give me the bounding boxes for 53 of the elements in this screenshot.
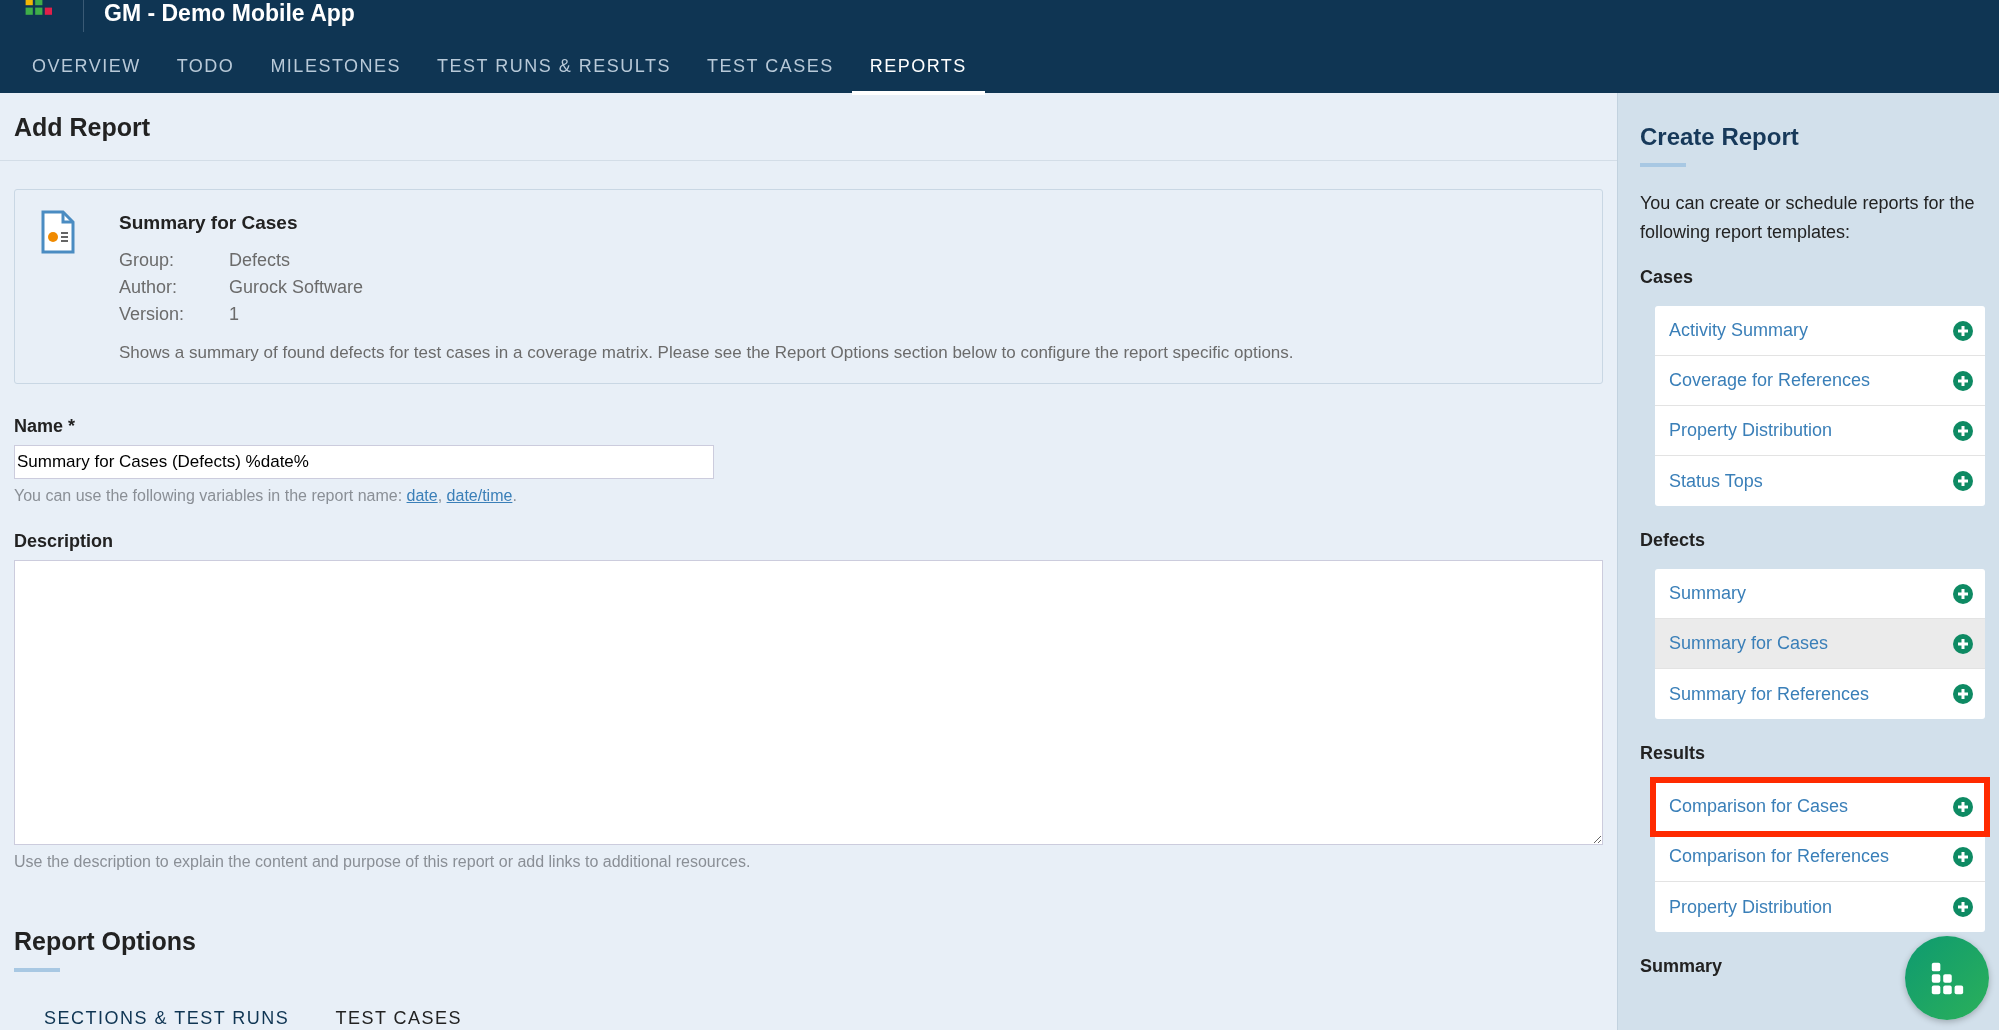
group-heading: Results bbox=[1640, 743, 1707, 764]
name-hint: You can use the following variables in the report name: date, date/time. bbox=[14, 487, 517, 505]
add-icon[interactable] bbox=[1953, 583, 1973, 604]
sidebar-title: Create Report bbox=[1640, 123, 1800, 151]
sidebar-intro: You can create or schedule reports for the following report templates: bbox=[1640, 192, 1976, 244]
add-icon[interactable] bbox=[1953, 796, 1973, 817]
variable-link[interactable]: date/time bbox=[446, 487, 513, 504]
report-document-icon bbox=[41, 210, 75, 254]
add-icon[interactable] bbox=[1953, 633, 1973, 654]
add-icon[interactable] bbox=[1953, 684, 1973, 704]
group-heading: Defects bbox=[1640, 530, 1707, 551]
options-tab[interactable]: TEST CASES bbox=[335, 1008, 463, 1029]
template-item[interactable]: Property Distribution bbox=[1655, 406, 1985, 456]
group-heading: Summary bbox=[1640, 956, 1724, 977]
name-label: Name * bbox=[14, 416, 76, 437]
description-hint: Use the description to explain the content and purpose of this report or add links to additional resources. bbox=[14, 853, 751, 871]
description-label: Description bbox=[14, 531, 114, 552]
template-item[interactable]: Summary for References bbox=[1655, 669, 1985, 719]
name-input[interactable]: Summary for Cases (Defects) %date% bbox=[14, 445, 714, 479]
template-title: Summary for Cases bbox=[119, 212, 299, 234]
nav-tab[interactable]: TEST RUNS & RESULTS bbox=[419, 32, 689, 95]
nav-tab[interactable]: REPORTS bbox=[851, 32, 985, 95]
nav-tab[interactable]: OVERVIEW bbox=[14, 32, 159, 95]
nav-tab[interactable]: TODO bbox=[158, 32, 253, 95]
add-icon[interactable] bbox=[1953, 370, 1973, 391]
template-item[interactable]: Property Distribution bbox=[1655, 882, 1985, 932]
options-tab[interactable]: SECTIONS & TEST RUNS bbox=[44, 1008, 290, 1029]
description-input[interactable] bbox=[14, 560, 1603, 845]
add-icon[interactable] bbox=[1953, 897, 1973, 917]
template-item[interactable]: Comparison for References bbox=[1655, 832, 1985, 882]
add-icon[interactable] bbox=[1953, 420, 1973, 441]
field-label: Version: bbox=[119, 304, 186, 325]
nav-tab[interactable]: TEST CASES bbox=[688, 32, 852, 95]
template-item[interactable]: Status Tops bbox=[1655, 456, 1985, 506]
add-icon[interactable] bbox=[1953, 471, 1973, 491]
field-label: Group: bbox=[119, 250, 176, 271]
page-title: Add Report bbox=[14, 113, 152, 142]
nav-tab[interactable]: MILESTONES bbox=[252, 32, 420, 95]
field-value: Defects bbox=[229, 250, 292, 271]
project-title: GM - Demo Mobile App bbox=[104, 0, 355, 27]
template-item[interactable]: Coverage for References bbox=[1655, 356, 1985, 406]
add-icon[interactable] bbox=[1953, 846, 1973, 867]
template-item[interactable]: Activity Summary bbox=[1655, 306, 1985, 356]
template-description: Shows a summary of found defects for test cases in a coverage matrix. Please see the Report Options section below to configure the report specific options. bbox=[119, 343, 1295, 363]
template-item[interactable]: Comparison for Cases bbox=[1655, 782, 1985, 832]
field-value: Gurock Software bbox=[229, 277, 364, 298]
variable-link[interactable]: date bbox=[406, 487, 438, 504]
add-icon[interactable] bbox=[1953, 320, 1973, 341]
section-title: Report Options bbox=[14, 927, 196, 956]
field-label: Author: bbox=[119, 277, 179, 298]
field-value: 1 bbox=[229, 304, 240, 325]
template-item[interactable]: Summary for Cases bbox=[1655, 619, 1985, 669]
group-heading: Cases bbox=[1640, 267, 1695, 288]
